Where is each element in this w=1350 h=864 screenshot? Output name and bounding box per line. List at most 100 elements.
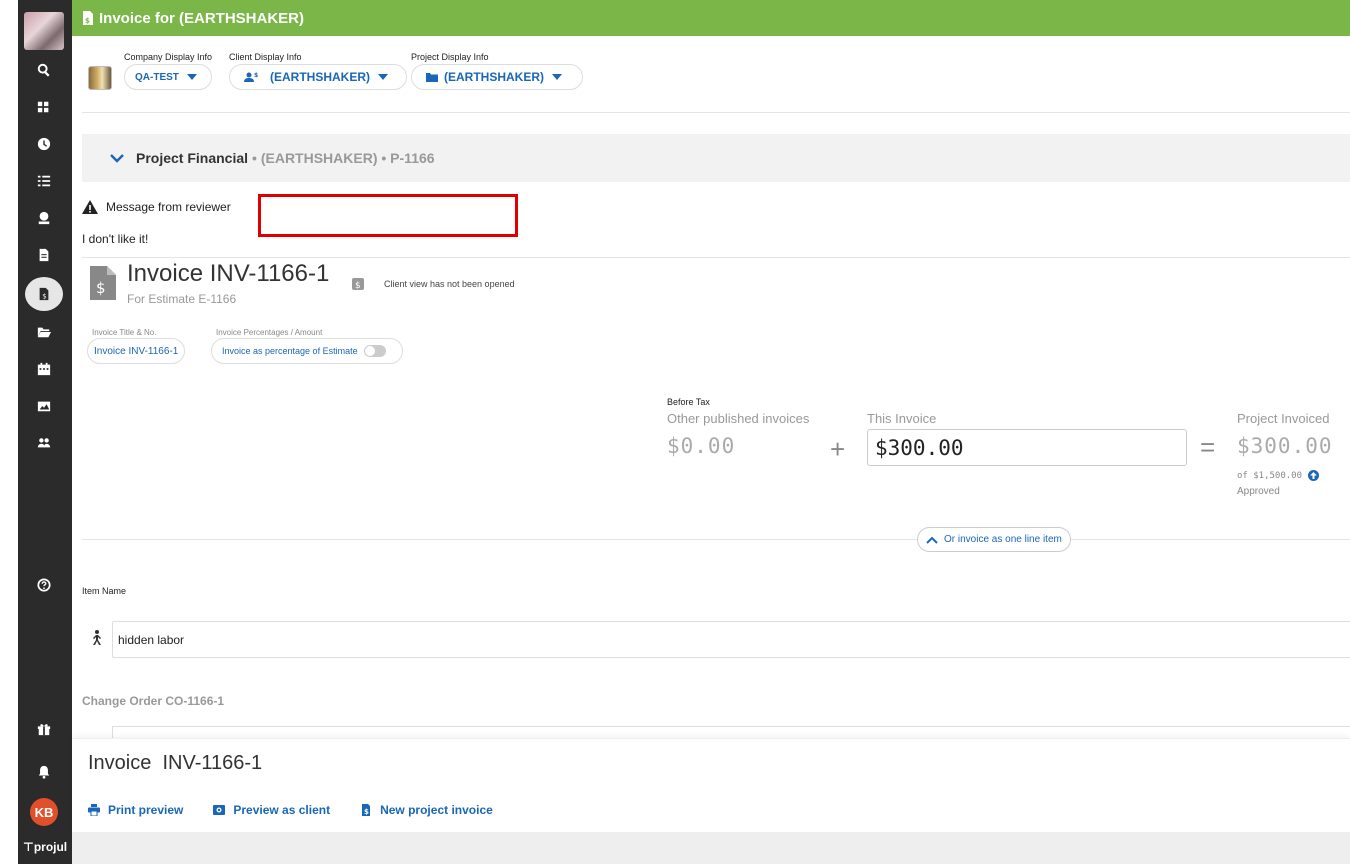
other-invoices-label: Other published invoices	[667, 411, 810, 426]
invoice-percent-toggle[interactable]	[363, 345, 386, 357]
page-header: $ Invoice for (EARTHSHAKER)	[72, 0, 1350, 36]
print-icon	[88, 804, 100, 816]
highlight-box	[258, 194, 518, 237]
equals-sign: =	[1200, 432, 1216, 462]
client-users-icon: $	[244, 72, 258, 82]
chevron-down-icon	[552, 74, 562, 80]
document-icon	[39, 248, 49, 262]
project-select-value: (EARTHSHAKER)	[444, 70, 544, 84]
client-display-label: Client Display Info	[229, 52, 302, 62]
calendar-icon	[37, 362, 51, 376]
project-financial-header[interactable]: Project Financial • (EARTHSHAKER) • P-11…	[82, 134, 1350, 182]
change-order-item-input[interactable]	[112, 726, 1350, 738]
dashboard-icon	[37, 101, 49, 113]
reviewer-message-text: I don't like it!	[82, 232, 149, 246]
invoice-link-icon[interactable]: $	[352, 278, 364, 290]
reviewer-label-text: Message from reviewer	[106, 200, 231, 214]
preview-as-client-button[interactable]: Preview as client	[213, 803, 330, 817]
arrow-up-icon[interactable]	[1308, 470, 1320, 481]
sidebar-calendar[interactable]	[26, 354, 62, 384]
chevron-down-icon	[186, 74, 197, 80]
sidebar-tasks[interactable]	[26, 166, 62, 196]
chevron-down-icon	[378, 74, 388, 80]
change-order-title: Change Order CO-1166-1	[82, 694, 225, 708]
sidebar-help[interactable]	[26, 570, 62, 600]
sidebar-sales[interactable]	[26, 203, 62, 233]
project-select[interactable]: (EARTHSHAKER)	[411, 64, 583, 90]
chevron-down-icon	[110, 154, 124, 163]
footer-actions: Print preview Preview as client $ New pr…	[88, 803, 493, 817]
client-display-info: Client Display Info $ (EARTHSHAKER)	[229, 52, 407, 90]
sidebar-files[interactable]	[26, 317, 62, 347]
invoice-percent-toggle-label: Invoice as percentage of Estimate	[222, 346, 358, 356]
projul-logo-mark: ⊤	[22, 840, 34, 854]
money-person-icon	[38, 211, 50, 225]
invoice-icon: $	[362, 804, 371, 816]
sidebar-invoices[interactable]: $	[25, 277, 63, 311]
invoice-title-no-value: Invoice INV-1166-1	[94, 345, 179, 357]
new-project-invoice-label: New project invoice	[380, 803, 493, 817]
print-preview-button[interactable]: Print preview	[88, 803, 183, 817]
gift-icon	[37, 724, 51, 736]
company-logo	[88, 66, 112, 90]
project-total-text: of $1,500.00	[1237, 470, 1303, 481]
sidebar-photos[interactable]	[26, 391, 62, 421]
plus-sign: +	[830, 434, 846, 464]
company-select[interactable]: QA-TEST	[124, 64, 213, 90]
sidebar-time[interactable]	[26, 129, 62, 159]
sidebar-team[interactable]	[26, 428, 62, 458]
user-avatar[interactable]: KB	[30, 798, 58, 826]
section-subtitle: • (EARTHSHAKER) • P-1166	[252, 150, 435, 166]
company-display-label: Company Display Info	[124, 52, 213, 62]
divider	[82, 539, 1350, 540]
other-invoices-value: $0.00	[667, 434, 736, 458]
warning-icon	[82, 200, 98, 214]
invoice-title-no-field[interactable]: Invoice INV-1166-1	[87, 338, 186, 364]
left-gutter	[0, 0, 18, 864]
line-item-button-label: Or invoice as one line item	[944, 534, 1062, 545]
labor-walking-icon	[93, 630, 101, 645]
brand-name: projul	[33, 840, 68, 854]
invoice-icon: $	[83, 11, 93, 25]
new-project-invoice-button[interactable]: $ New project invoice	[360, 803, 493, 817]
approval-status: Approved	[1237, 486, 1280, 497]
invoice-subtitle: For Estimate E-1166	[127, 292, 237, 306]
page-title: Invoice for (EARTHSHAKER)	[99, 9, 305, 27]
print-preview-label: Print preview	[108, 803, 184, 817]
svg-text:$: $	[254, 72, 258, 79]
task-list-icon	[37, 175, 51, 187]
help-icon	[37, 578, 51, 592]
sidebar: $ KB ⊤projul	[18, 0, 72, 864]
invoice-percent-field[interactable]: Invoice as percentage of Estimate	[211, 338, 403, 364]
users-icon	[37, 438, 51, 448]
photos-icon	[37, 401, 51, 412]
svg-text:$: $	[85, 17, 90, 25]
this-invoice-amount-input[interactable]: $300.00	[867, 429, 1187, 466]
divider	[82, 257, 1350, 258]
client-view-status: Client view has not been opened	[384, 279, 515, 289]
invoice-one-line-item-button[interactable]: Or invoice as one line item	[917, 527, 1071, 552]
project-display-label: Project Display Info	[411, 52, 489, 62]
sidebar-estimates[interactable]	[26, 240, 62, 270]
divider	[82, 112, 1350, 113]
client-select[interactable]: $ (EARTHSHAKER)	[229, 64, 407, 90]
folder-icon	[426, 73, 438, 82]
sidebar-notifications[interactable]	[26, 757, 62, 787]
item-name-value: hidden labor	[118, 632, 185, 647]
svg-text:$: $	[96, 279, 106, 297]
sidebar-search[interactable]	[26, 55, 62, 85]
item-name-input[interactable]: hidden labor	[112, 621, 1350, 658]
company-display-info: Company Display Info QA-TEST	[124, 52, 213, 90]
company-select-value: QA-TEST	[135, 71, 179, 83]
user-profile-image[interactable]	[24, 12, 64, 50]
footer-invoice-title: Invoice INV-1166-1	[88, 752, 263, 774]
reviewer-message-label: Message from reviewer	[82, 200, 231, 214]
project-invoiced-value: $300.00	[1237, 434, 1333, 458]
invoice-title: Invoice INV-1166-1	[127, 260, 330, 287]
bell-icon	[38, 765, 50, 779]
client-select-value: (EARTHSHAKER)	[270, 70, 370, 84]
project-display-info: Project Display Info (EARTHSHAKER)	[411, 52, 583, 90]
folder-open-icon	[37, 327, 51, 338]
sidebar-rewards[interactable]	[26, 714, 62, 744]
sidebar-dashboard[interactable]	[26, 92, 62, 122]
